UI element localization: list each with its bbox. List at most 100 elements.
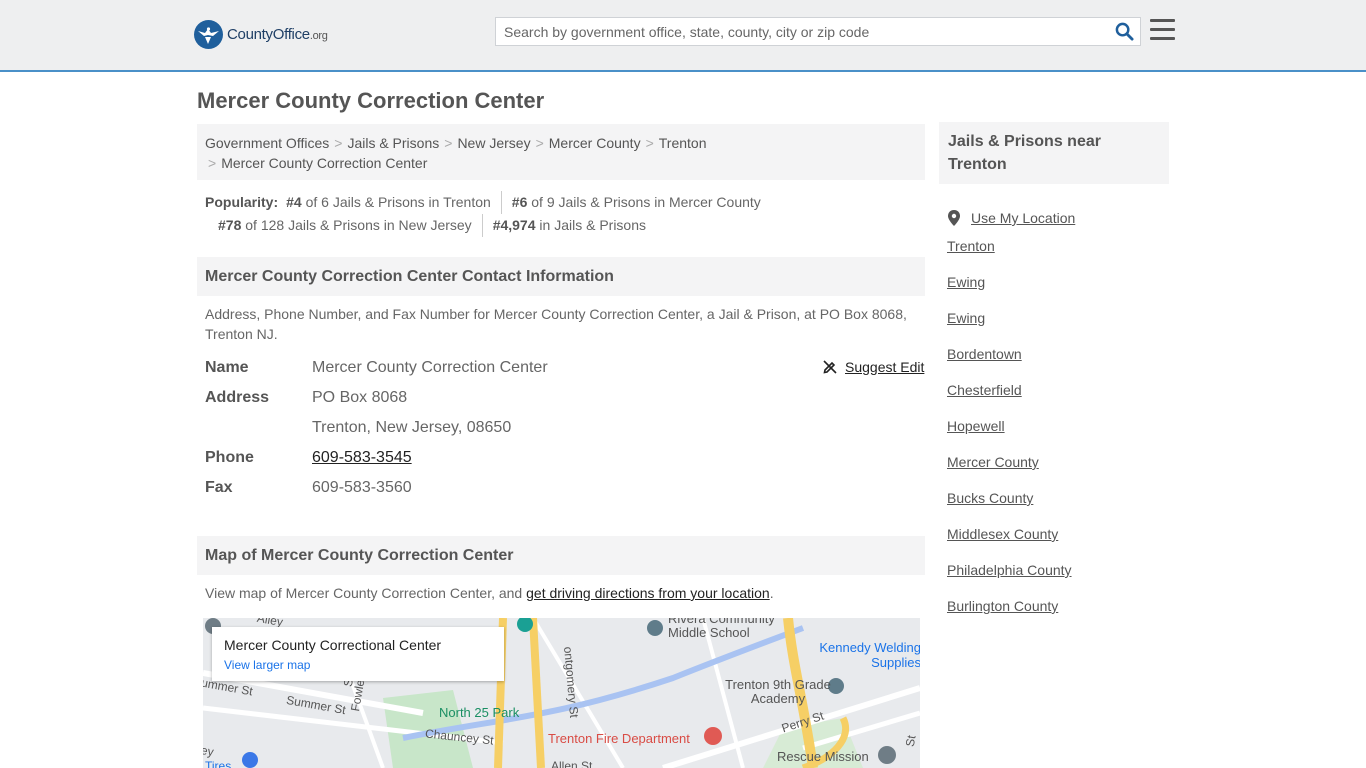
sidebar-item: Ewing [947, 308, 1167, 344]
popularity-text: in Jails & Prisons [535, 217, 646, 233]
contact-label: Address [205, 389, 270, 406]
map-description-prefix: View map of Mercer County Correction Cen… [205, 585, 527, 601]
sidebar-item: Philadelphia County [947, 560, 1167, 596]
map-info-card: Mercer County Correctional Center View l… [212, 627, 504, 681]
popularity-text: of 6 Jails & Prisons in Trenton [301, 194, 491, 210]
popularity-item: #78 of 128 Jails & Prisons in New Jersey [208, 214, 482, 237]
popularity-text: of 128 Jails & Prisons in New Jersey [241, 217, 472, 233]
map-label-fire: Trenton Fire Department [548, 731, 690, 746]
phone-link[interactable]: 609-583-3545 [312, 449, 412, 466]
breadcrumb-trenton[interactable]: Trenton [659, 135, 707, 151]
sidebar-link-chesterfield[interactable]: Chesterfield [947, 382, 1022, 398]
breadcrumb-government-offices[interactable]: Government Offices [205, 135, 329, 151]
contact-row-fax: Fax 609-583-3560 [205, 473, 925, 503]
map-label-academy: Trenton 9th Grade Academy [725, 677, 831, 706]
breadcrumb-separator: > [444, 135, 453, 151]
sidebar-use-location: Use My Location [947, 200, 1167, 236]
sidebar-item: Mercer County [947, 452, 1167, 488]
map-label-rescue: Rescue Mission [777, 749, 869, 764]
sidebar-item: Bordentown [947, 344, 1167, 380]
hamburger-menu-icon[interactable] [1150, 19, 1175, 41]
sidebar-link-middlesex-county[interactable]: Middlesex County [947, 526, 1058, 542]
suggest-edit[interactable]: Suggest Edit [822, 359, 924, 375]
map-label-park: North 25 Park [439, 705, 520, 720]
logo-text: CountyOffice.org [227, 26, 328, 43]
contact-description: Address, Phone Number, and Fax Number fo… [205, 306, 907, 342]
sidebar-link-bucks-county[interactable]: Bucks County [947, 490, 1033, 506]
map-label-tires: Tires [205, 759, 232, 768]
driving-directions-link[interactable]: get driving directions from your locatio… [526, 585, 770, 601]
sidebar-link-burlington-county[interactable]: Burlington County [947, 598, 1058, 614]
breadcrumb-mercer-county[interactable]: Mercer County [549, 135, 641, 151]
contact-row-name: Name Mercer County Correction Center [205, 353, 925, 383]
sidebar-item: Trenton [947, 236, 1167, 272]
page-title: Mercer County Correction Center [197, 88, 545, 113]
sidebar-link-philadelphia-county[interactable]: Philadelphia County [947, 562, 1072, 578]
breadcrumb-new-jersey[interactable]: New Jersey [457, 135, 530, 151]
breadcrumb-separator: > [208, 155, 217, 171]
sidebar-item: Bucks County [947, 488, 1167, 524]
search-button[interactable] [1108, 18, 1140, 45]
map-label-kennedy: Kennedy Welding Supplies [819, 640, 920, 670]
breadcrumb-jails-prisons[interactable]: Jails & Prisons [347, 135, 439, 151]
popularity-rank: #4 [286, 194, 302, 210]
contact-value: 609-583-3560 [312, 479, 412, 496]
contact-value: PO Box 8068 [312, 389, 408, 406]
sidebar-item: Ewing [947, 272, 1167, 308]
map-label-allen: Allen St [551, 759, 593, 768]
contact-label [205, 413, 312, 443]
sidebar-item: Hopewell [947, 416, 1167, 452]
logo-tld: .org [309, 30, 328, 42]
popularity-label: Popularity: [205, 194, 279, 210]
contact-row-address: Address PO Box 8068 [205, 383, 925, 413]
popularity-row-1: Popularity: #4 of 6 Jails & Prisons in Tr… [205, 191, 925, 214]
breadcrumb-line-2: > Mercer County Correction Center [205, 153, 917, 173]
popularity-item: #4,974 in Jails & Prisons [481, 214, 656, 237]
popularity: Popularity: #4 of 6 Jails & Prisons in Tr… [205, 191, 925, 237]
breadcrumb: Government Offices > Jails & Prisons > New J… [197, 124, 925, 180]
map-embed[interactable]: Rivera Community Middle School Kennedy W… [203, 618, 920, 768]
site-logo[interactable]: CountyOffice.org [194, 20, 328, 49]
use-my-location-link[interactable]: Use My Location [971, 208, 1075, 228]
sidebar-link-ewing[interactable]: Ewing [947, 274, 985, 290]
map-label-school: Rivera Community Middle School [668, 618, 798, 640]
popularity-rank: #78 [218, 217, 242, 233]
search-input[interactable] [496, 18, 1108, 45]
sidebar-link-bordentown[interactable]: Bordentown [947, 346, 1022, 362]
search-icon [1115, 22, 1134, 41]
sidebar-link-mercer-county[interactable]: Mercer County [947, 454, 1039, 470]
breadcrumb-current: Mercer County Correction Center [221, 155, 428, 171]
logo-name: CountyOffice [227, 26, 310, 43]
menu-bar [1150, 19, 1175, 22]
contact-heading: Mercer County Correction Center Contact … [197, 257, 925, 296]
map-description: View map of Mercer County Correction Cen… [205, 583, 917, 603]
map-heading: Map of Mercer County Correction Center [197, 536, 925, 575]
contact-value: Mercer County Correction Center [312, 359, 548, 376]
sidebar-link-trenton[interactable]: Trenton [947, 238, 995, 254]
suggest-edit-link[interactable]: Suggest Edit [845, 359, 924, 375]
contact-value: 609-583-3545 [312, 443, 412, 473]
sidebar-item: Middlesex County [947, 524, 1167, 560]
contact-value: Trenton, New Jersey, 08650 [312, 419, 512, 436]
popularity-rank: #4,974 [492, 217, 536, 233]
location-pin-icon [948, 210, 960, 226]
sidebar-heading: Jails & Prisons near Trenton [939, 122, 1169, 184]
breadcrumb-separator: > [645, 135, 654, 151]
popularity-rank: #6 [511, 194, 528, 210]
map-description-suffix: . [769, 585, 774, 601]
contact-label: Name [205, 359, 249, 376]
edit-off-icon [823, 360, 837, 374]
breadcrumb-separator: > [535, 135, 544, 151]
contact-row-phone: Phone 609-583-3545 [205, 443, 925, 473]
sidebar-link-hopewell[interactable]: Hopewell [947, 418, 1005, 434]
sidebar-item: Chesterfield [947, 380, 1167, 416]
popularity-text: of 9 Jails & Prisons in Mercer County [527, 194, 761, 210]
view-larger-map-link[interactable]: View larger map [224, 658, 492, 672]
contact-label: Fax [205, 479, 233, 496]
sidebar-item: Burlington County [947, 596, 1167, 632]
sidebar-link-ewing-2[interactable]: Ewing [947, 310, 985, 326]
contact-label: Phone [205, 449, 254, 466]
popularity-item: #4 of 6 Jails & Prisons in Trenton [278, 191, 501, 214]
breadcrumb-separator: > [334, 135, 343, 151]
search-box [495, 17, 1141, 46]
